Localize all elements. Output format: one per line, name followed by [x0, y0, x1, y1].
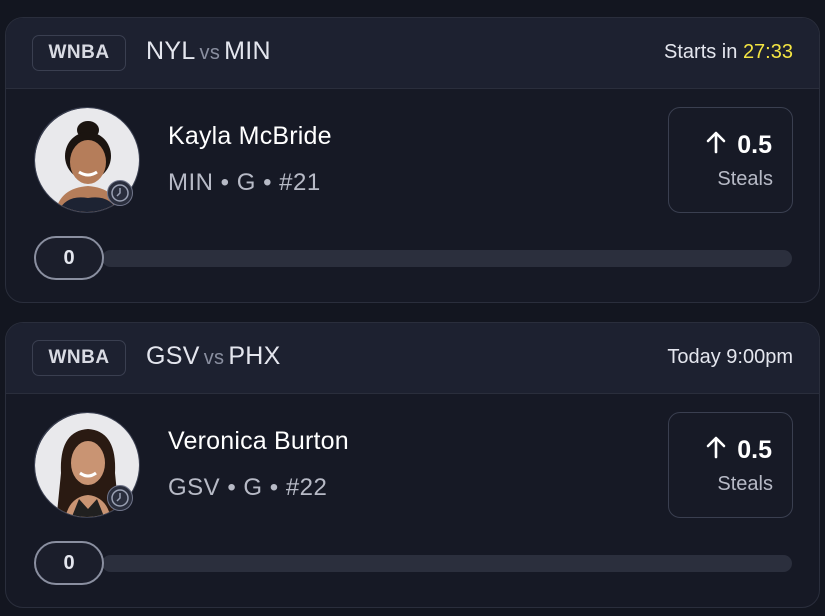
player-meta: MIN • G • #21	[168, 169, 321, 196]
player-meta: GSV • G • #22	[168, 474, 328, 501]
clock-icon	[107, 180, 133, 206]
league-badge: WNBA	[32, 340, 126, 376]
matchup: GSV vs PHX	[146, 342, 281, 371]
stat-label: Steals	[717, 473, 773, 495]
start-prefix: Starts in	[664, 41, 738, 63]
progress-value: 0	[34, 236, 104, 280]
player-name: Kayla McBride	[168, 122, 332, 150]
league-badge: WNBA	[32, 35, 126, 71]
matchup: NYL vs MIN	[146, 37, 271, 66]
up-arrow-icon	[705, 130, 727, 161]
line-value: 0.5	[737, 436, 772, 464]
up-arrow-icon	[705, 435, 727, 466]
vs-label: vs	[199, 42, 221, 64]
away-team: PHX	[228, 342, 281, 370]
pick-card[interactable]: WNBA NYL vs MIN Starts in 27:33 Kayla McBr…	[5, 17, 820, 303]
progress-value: 0	[34, 541, 104, 585]
game-start-time: Starts in 27:33	[664, 41, 793, 64]
stat-label: Steals	[717, 168, 773, 190]
start-prefix: Today 9:00pm	[667, 346, 793, 368]
pick-card[interactable]: WNBA GSV vs PHX Today 9:00pm Veronica Burt…	[5, 322, 820, 608]
home-team: GSV	[146, 342, 200, 370]
countdown: 27:33	[742, 41, 793, 63]
line-value: 0.5	[737, 131, 772, 159]
player-name: Veronica Burton	[168, 427, 349, 455]
home-team: NYL	[146, 37, 196, 65]
progress-track	[102, 555, 792, 572]
away-team: MIN	[224, 37, 271, 65]
vs-label: vs	[203, 347, 225, 369]
stat-line-button[interactable]: 0.5 Steals	[668, 412, 793, 518]
stat-line-button[interactable]: 0.5 Steals	[668, 107, 793, 213]
progress-track	[102, 250, 792, 267]
stat-line: 0.5	[705, 130, 772, 161]
game-start-time: Today 9:00pm	[667, 346, 793, 369]
game-header: WNBA GSV vs PHX Today 9:00pm	[6, 323, 819, 394]
game-header: WNBA NYL vs MIN Starts in 27:33	[6, 18, 819, 89]
clock-icon	[107, 485, 133, 511]
stat-line: 0.5	[705, 435, 772, 466]
